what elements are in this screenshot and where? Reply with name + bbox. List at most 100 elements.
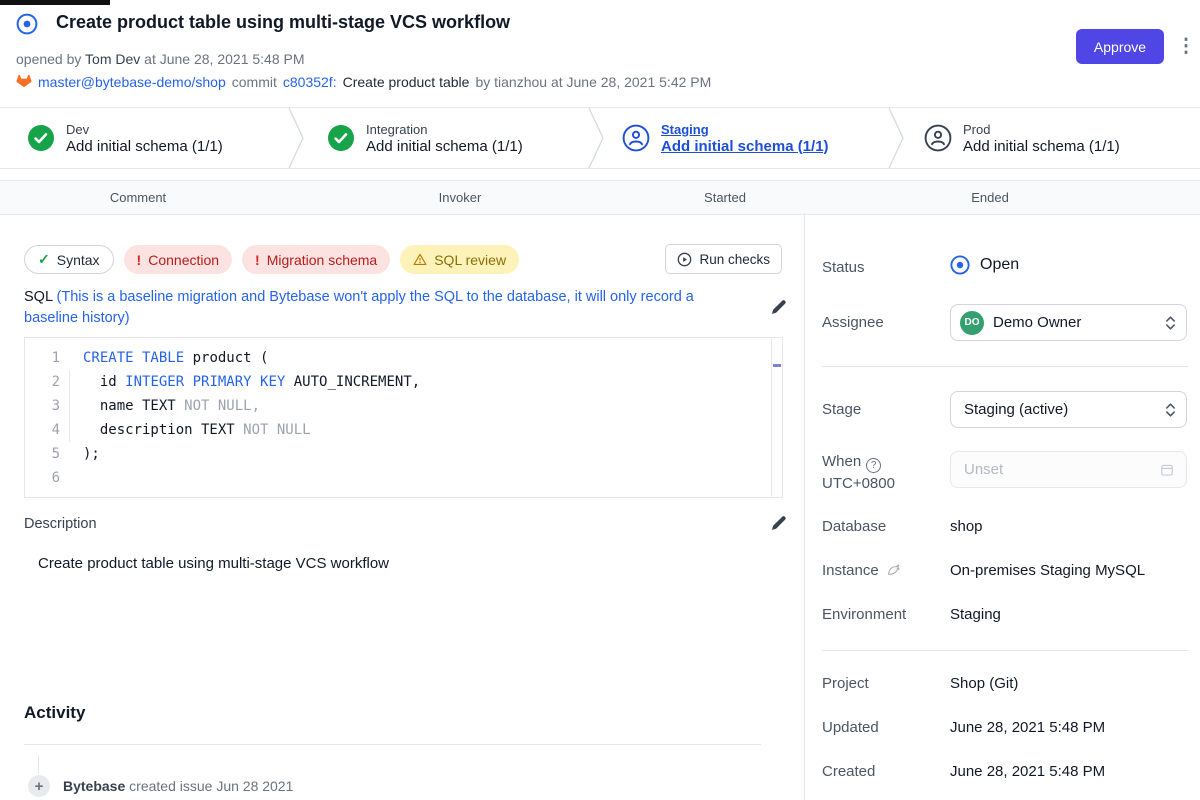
sql-baseline-note: (This is a baseline migration and Byteba…: [24, 289, 694, 326]
check-badge-sql-review[interactable]: SQL review: [400, 245, 519, 274]
check-badge-label: Migration schema: [267, 252, 378, 268]
activity-actor: Bytebase: [63, 778, 125, 794]
status-text: Open: [980, 256, 1019, 274]
branch-repo-link[interactable]: master@bytebase-demo/shop: [38, 74, 226, 90]
assignee-label: Assignee: [822, 314, 884, 331]
column-header-comment: Comment: [110, 190, 166, 205]
stage-name: Dev: [66, 122, 223, 137]
approve-button[interactable]: Approve: [1076, 29, 1164, 64]
check-ok-icon: ✓: [38, 251, 50, 268]
opened-prefix: opened by: [16, 51, 81, 67]
project-value: Shop (Git): [950, 675, 1018, 692]
commit-line: master@bytebase-demo/shop commit c80352f…: [16, 74, 711, 90]
stage-task: Add initial schema (1/1): [366, 138, 523, 155]
stage-select[interactable]: Staging (active): [950, 391, 1187, 428]
assignee-avatar: DO: [960, 311, 984, 335]
commit-word: commit: [232, 74, 277, 90]
calendar-icon: [1160, 463, 1174, 477]
sidebar-divider: [822, 650, 1188, 651]
stage-name: Prod: [963, 122, 1120, 137]
column-header-ended: Ended: [971, 190, 1009, 205]
line-number: 3: [25, 394, 69, 418]
commit-message: Create product table: [343, 74, 470, 90]
stage-name: Staging: [661, 122, 829, 137]
mysql-dolphin-icon: [886, 563, 901, 578]
check-badge-syntax[interactable]: ✓ Syntax: [24, 245, 114, 274]
line-number: 1: [25, 346, 69, 370]
editor-scrollbar[interactable]: [771, 338, 782, 497]
activity-text: Bytebase created issue Jun 28 2021: [63, 778, 293, 794]
stage-separator: [288, 108, 304, 168]
instance-value: On-premises Staging MySQL: [950, 562, 1145, 579]
instance-label: Instance: [822, 562, 901, 579]
activity-action: created issue Jun 28 2021: [129, 778, 293, 794]
code-line: 2 id INTEGER PRIMARY KEY AUTO_INCREMENT,: [25, 370, 782, 394]
stage-task: Add initial schema (1/1): [661, 138, 829, 155]
issue-open-icon: [16, 13, 38, 35]
chevron-updown-icon: [1165, 315, 1176, 331]
opened-time: at June 28, 2021 5:48 PM: [144, 51, 304, 67]
check-error-icon: !: [137, 252, 142, 268]
check-badge-label: Syntax: [57, 252, 100, 268]
stage-pipeline: Dev Add initial schema (1/1) Integration…: [0, 107, 1200, 169]
task-table-header: Comment Invoker Started Ended: [0, 180, 1200, 215]
issue-detail-panel: ✓ Syntax ! Connection ! Migration schema…: [0, 213, 805, 800]
line-number: 2: [25, 370, 69, 394]
stage-task: Add initial schema (1/1): [66, 138, 223, 155]
assignee-select[interactable]: DO Demo Owner: [950, 304, 1187, 341]
stage-separator: [888, 108, 904, 168]
stage-separator: [588, 108, 604, 168]
edit-description-button[interactable]: [766, 513, 790, 537]
opened-by-line: opened by Tom Dev at June 28, 2021 5:48 …: [16, 51, 305, 67]
editor-scrollbar-thumb: [773, 364, 781, 367]
stage-value: Staging (active): [964, 401, 1156, 418]
edit-sql-button[interactable]: [766, 297, 790, 321]
check-badge-migration-schema[interactable]: ! Migration schema: [242, 245, 390, 274]
line-number: 5: [25, 442, 69, 466]
stage-done-icon: [327, 124, 355, 152]
commit-hash-link[interactable]: c80352f:: [283, 74, 337, 90]
more-menu-icon[interactable]: ⋮: [1176, 34, 1196, 60]
page-title: Create product table using multi-stage V…: [56, 12, 510, 33]
project-label: Project: [822, 675, 869, 692]
environment-label: Environment: [822, 606, 906, 623]
code-line: 1 CREATE TABLE product (: [25, 346, 782, 370]
run-checks-button[interactable]: Run checks: [665, 244, 782, 274]
approve-label: Approve: [1094, 39, 1146, 55]
warning-triangle-icon: [413, 253, 427, 266]
when-label: When?: [822, 453, 881, 473]
status-open-icon: [950, 255, 970, 275]
stage-pending-approval-icon: [622, 124, 650, 152]
activity-heading: Activity: [24, 703, 85, 723]
sql-editor[interactable]: 1 CREATE TABLE product ( 2 id INTEGER PR…: [24, 337, 783, 498]
pencil-icon: [770, 515, 787, 532]
check-badge-connection[interactable]: ! Connection: [124, 245, 233, 274]
description-label: Description: [24, 516, 97, 532]
check-badge-label: Connection: [148, 252, 219, 268]
status-label: Status: [822, 259, 865, 276]
pipeline-stage-dev[interactable]: Dev Add initial schema (1/1): [27, 108, 223, 168]
commit-author-time: by tianzhou at June 28, 2021 5:42 PM: [475, 74, 711, 90]
task-checks-row: ✓ Syntax ! Connection ! Migration schema…: [24, 245, 519, 274]
line-number: 6: [25, 466, 69, 490]
pipeline-stage-prod[interactable]: Prod Add initial schema (1/1): [924, 108, 1120, 168]
sidebar-divider: [822, 366, 1188, 367]
updated-label: Updated: [822, 719, 879, 736]
pencil-icon: [770, 299, 787, 316]
when-datetime-input[interactable]: Unset: [950, 451, 1187, 488]
issue-sidebar: Status Open Assignee DO Demo Owner Stage…: [806, 213, 1200, 800]
check-badge-label: SQL review: [434, 252, 506, 268]
database-label: Database: [822, 518, 886, 535]
pipeline-stage-integration[interactable]: Integration Add initial schema (1/1): [327, 108, 523, 168]
run-checks-label: Run checks: [699, 252, 770, 267]
column-header-started: Started: [704, 190, 746, 205]
pipeline-stage-staging[interactable]: Staging Add initial schema (1/1): [622, 108, 829, 168]
chevron-updown-icon: [1165, 402, 1176, 418]
code-line: 6: [25, 466, 782, 490]
description-text: Create product table using multi-stage V…: [38, 555, 389, 572]
code-line: 4 description TEXT NOT NULL: [25, 418, 782, 442]
play-circle-icon: [677, 252, 692, 267]
code-line: 5 );: [25, 442, 782, 466]
help-icon: ?: [866, 458, 881, 473]
line-number: 4: [25, 418, 69, 442]
